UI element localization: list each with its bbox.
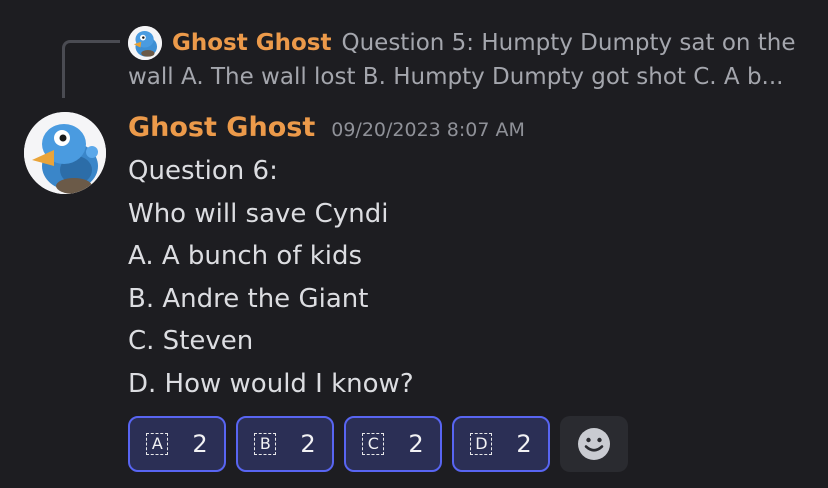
message-line: D. How would I know? bbox=[128, 368, 414, 399]
letter-d-icon: D bbox=[470, 433, 493, 455]
reaction-b-button[interactable]: B 2 bbox=[236, 416, 334, 472]
author-name[interactable]: Ghost Ghost bbox=[128, 108, 315, 148]
chat-message: Ghost Ghost Question 5: Humpty Dumpty sa… bbox=[0, 0, 828, 488]
bird-icon bbox=[128, 26, 162, 60]
reply-author[interactable]: Ghost Ghost bbox=[172, 26, 331, 60]
reaction-d-button[interactable]: D 2 bbox=[452, 416, 550, 472]
reaction-count: 2 bbox=[192, 430, 208, 458]
avatar[interactable] bbox=[24, 112, 106, 194]
letter-b-icon: B bbox=[254, 433, 277, 455]
message-line: A. A bunch of kids bbox=[128, 241, 363, 271]
reply-connector bbox=[62, 40, 120, 98]
message-line: C. Steven bbox=[128, 326, 254, 356]
reply-preview[interactable]: Ghost Ghost Question 5: Humpty Dumpty sa… bbox=[128, 26, 808, 94]
message-content: Question 6: Who will save Cyndi A. A bun… bbox=[128, 150, 414, 405]
smiley-face-icon bbox=[578, 428, 610, 460]
bird-icon bbox=[24, 112, 106, 194]
reply-avatar[interactable] bbox=[128, 26, 162, 60]
message-line: Question 6: bbox=[128, 156, 278, 186]
reaction-count: 2 bbox=[516, 430, 532, 458]
reaction-a-button[interactable]: A 2 bbox=[128, 416, 226, 472]
add-reaction-button[interactable] bbox=[560, 416, 628, 472]
timestamp: 09/20/2023 8:07 AM bbox=[331, 119, 525, 141]
message-header: Ghost Ghost 09/20/2023 8:07 AM bbox=[128, 108, 525, 148]
reactions-bar: A 2 B 2 C 2 D 2 bbox=[128, 416, 628, 472]
reaction-c-button[interactable]: C 2 bbox=[344, 416, 442, 472]
letter-c-icon: C bbox=[362, 433, 385, 455]
message-line: B. Andre the Giant bbox=[128, 283, 369, 314]
reply-text-line2: wall A. The wall lost B. Humpty Dumpty g… bbox=[128, 64, 784, 90]
message-line: Who will save Cyndi bbox=[128, 198, 389, 229]
reaction-count: 2 bbox=[408, 430, 424, 458]
reply-text-line1: Question 5: Humpty Dumpty sat on the bbox=[341, 30, 796, 56]
reaction-count: 2 bbox=[300, 430, 316, 458]
letter-a-icon: A bbox=[146, 433, 169, 455]
